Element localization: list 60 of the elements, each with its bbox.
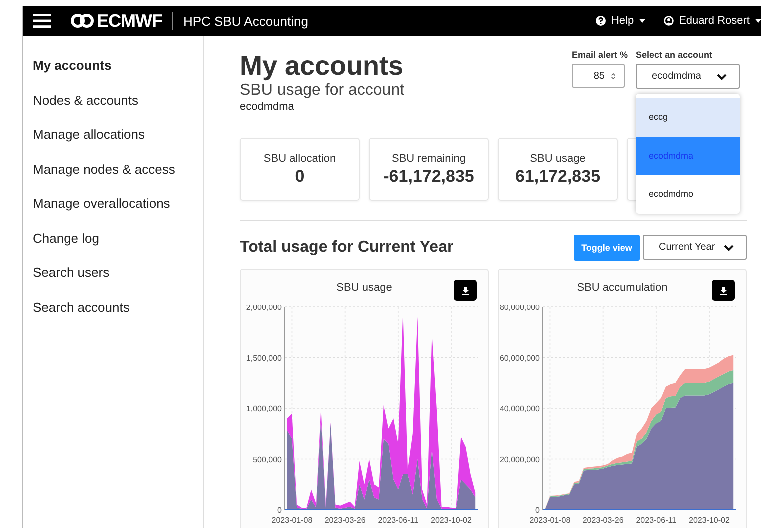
sidebar-item[interactable]: Search users bbox=[33, 265, 203, 300]
axis-label: 1,500,000 bbox=[246, 354, 282, 363]
sidebar-item[interactable]: Search accounts bbox=[33, 300, 203, 334]
axis-label: 2023-06-11 bbox=[636, 516, 677, 525]
page-title: My accounts bbox=[240, 50, 405, 82]
download-icon bbox=[460, 286, 470, 296]
account-select[interactable]: ecodmdma bbox=[636, 64, 740, 89]
sidebar-item[interactable]: Manage nodes & access bbox=[33, 162, 203, 196]
sidebar-item[interactable]: Change log bbox=[33, 230, 203, 265]
chart-title: SBU accumulation bbox=[577, 282, 668, 294]
axis-label: 0 bbox=[536, 506, 540, 515]
logo-text: ECMWF bbox=[97, 10, 162, 32]
axis-label: 2023-01-08 bbox=[272, 516, 313, 525]
dropdown-option[interactable]: ecodmdmo bbox=[636, 175, 740, 214]
stat-value: 61,172,835 bbox=[515, 167, 601, 187]
help-icon bbox=[596, 16, 606, 26]
axis-label: 0 bbox=[278, 506, 282, 515]
sidebar-item[interactable]: Nodes & accounts bbox=[33, 92, 203, 127]
download-button[interactable] bbox=[454, 280, 477, 301]
page-subtitle: SBU usage for account bbox=[240, 82, 406, 100]
sidebar-item[interactable]: Manage overallocations bbox=[33, 196, 203, 230]
caret-icon bbox=[639, 19, 646, 23]
menu-icon[interactable] bbox=[33, 14, 51, 28]
user-menu[interactable]: Eduard Rosert bbox=[664, 15, 761, 27]
axis-label: 2023-03-26 bbox=[324, 516, 366, 525]
caret-icon bbox=[755, 19, 761, 23]
section-title: Total usage for Current Year bbox=[240, 238, 454, 256]
axis-label: 1,000,000 bbox=[246, 404, 282, 414]
email-alert-field[interactable]: 85 bbox=[572, 64, 625, 88]
stat-label: SBU allocation bbox=[264, 153, 336, 165]
app-title: HPC SBU Accounting bbox=[183, 14, 308, 28]
chart-title: SBU usage bbox=[336, 282, 392, 294]
chevron-icon bbox=[717, 74, 727, 80]
help-menu[interactable]: Help bbox=[596, 15, 646, 27]
account-name: ecodmdma bbox=[240, 100, 296, 114]
field-label: Select an account bbox=[636, 50, 714, 60]
logo-icon bbox=[71, 14, 95, 28]
download-button[interactable] bbox=[712, 280, 735, 301]
download-icon bbox=[718, 286, 728, 296]
axis-label: 2023-01-08 bbox=[530, 516, 571, 525]
axis-label: 2023-03-26 bbox=[582, 516, 624, 525]
axis-label: 60,000,000 bbox=[500, 354, 540, 363]
sidebar-item[interactable]: Manage allocations bbox=[33, 127, 203, 162]
period-select[interactable]: Current Year bbox=[643, 235, 747, 260]
dropdown-option[interactable]: eccg bbox=[636, 98, 740, 136]
axis-label: 20,000,000 bbox=[500, 455, 540, 464]
axis-label: 2023-10-02 bbox=[689, 516, 730, 525]
spinner-icon bbox=[610, 72, 616, 80]
field-label: Email alert % bbox=[572, 50, 628, 60]
axis-label: 500,000 bbox=[253, 455, 282, 464]
axis-label: 40,000,000 bbox=[500, 404, 540, 414]
stat-label: SBU usage bbox=[530, 153, 586, 165]
sidebar-item[interactable]: My accounts bbox=[33, 58, 203, 92]
axis-label: 2023-10-02 bbox=[431, 516, 472, 525]
stat-label: SBU remaining bbox=[392, 153, 466, 165]
stat-value: -61,172,835 bbox=[384, 167, 474, 187]
stat-value: 0 bbox=[295, 167, 305, 187]
chevron-icon bbox=[724, 244, 734, 250]
user-icon bbox=[664, 16, 674, 26]
axis-label: 2023-06-11 bbox=[378, 516, 419, 525]
